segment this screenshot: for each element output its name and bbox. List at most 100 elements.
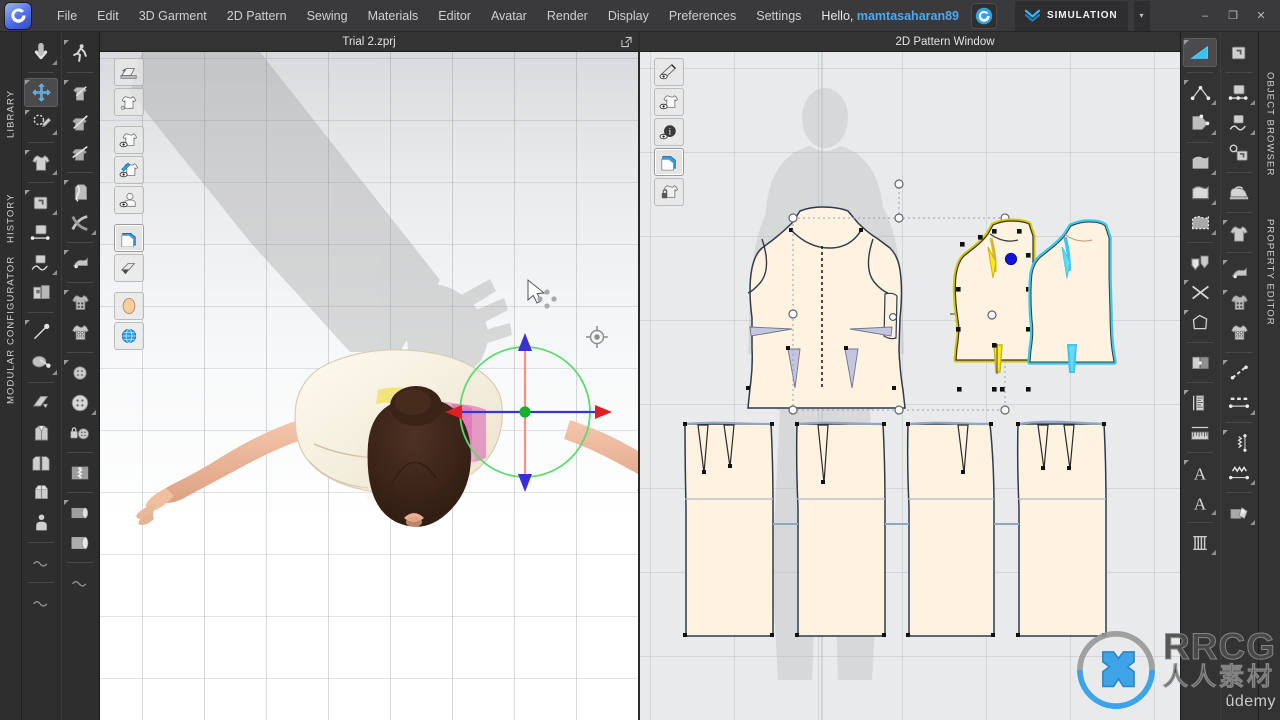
zipper-icon[interactable]: [63, 458, 97, 487]
popout-icon[interactable]: [621, 36, 632, 47]
print-layout-icon[interactable]: [1222, 498, 1256, 527]
pattern-fold-icon[interactable]: [1222, 38, 1256, 67]
select-garment-icon[interactable]: [24, 148, 58, 177]
topstitch-icon[interactable]: [1222, 358, 1256, 387]
simulation-dropdown-caret[interactable]: ▾: [1133, 0, 1150, 31]
stitch-dash-icon[interactable]: [1222, 388, 1256, 417]
show-info-icon[interactable]: i: [654, 118, 684, 146]
wave-tool-icon[interactable]: [24, 548, 58, 577]
button-detail-icon[interactable]: [1222, 288, 1256, 317]
polygon-select-icon[interactable]: [1183, 38, 1218, 67]
pattern-piece-bodice-back-left[interactable]: [952, 218, 1041, 392]
restore-button[interactable]: ❐: [1220, 6, 1246, 26]
tape-measure-icon[interactable]: [24, 318, 58, 347]
show-stitch-icon[interactable]: [114, 156, 144, 184]
wave-tool-icon[interactable]: [63, 568, 97, 597]
zigzag-stitch-icon[interactable]: [1222, 458, 1256, 487]
sew-free-icon[interactable]: [63, 178, 97, 207]
viewport-2d[interactable]: i: [640, 52, 1250, 720]
menu-item-3d-garment[interactable]: 3D Garment: [129, 4, 217, 28]
box-open-icon[interactable]: [24, 478, 58, 507]
fold-panel-icon[interactable]: [1183, 348, 1217, 377]
cut-scissors-icon[interactable]: [1183, 278, 1217, 307]
show-garment-icon[interactable]: [114, 126, 144, 154]
ruler-grade-icon[interactable]: [1183, 388, 1217, 417]
avatar-pose-icon[interactable]: [24, 508, 58, 537]
avatar-head-icon[interactable]: [114, 292, 144, 320]
sew-segment-icon[interactable]: [63, 208, 97, 237]
garment-thumbnail-icon[interactable]: [114, 88, 144, 116]
panel-pair-icon[interactable]: [24, 448, 58, 477]
pattern-marquee-icon[interactable]: [1183, 208, 1217, 237]
text-tool-icon[interactable]: A: [1183, 458, 1217, 487]
show-avatar-icon[interactable]: [114, 186, 144, 214]
menu-item-sewing[interactable]: Sewing: [297, 4, 358, 28]
pattern-piece-bodice-back-right[interactable]: [1027, 219, 1117, 373]
pattern-piece-skirt-1[interactable]: [683, 421, 774, 637]
menu-item-2d-pattern[interactable]: 2D Pattern: [217, 4, 297, 28]
pattern-piece-skirt-2[interactable]: [795, 421, 886, 637]
pin-garment-icon[interactable]: [63, 78, 97, 107]
show-pattern-icon[interactable]: [114, 224, 144, 252]
tshirt-pattern-icon[interactable]: [1222, 218, 1256, 247]
curve-pin-icon[interactable]: [24, 248, 58, 277]
zigzag-line-icon[interactable]: [1222, 428, 1256, 457]
simulation-button[interactable]: SIMULATION: [1015, 0, 1128, 31]
greeting-username[interactable]: mamtasaharan89: [857, 9, 959, 23]
sidebar-item-library[interactable]: LIBRARY: [0, 68, 22, 160]
text-style-icon[interactable]: A: [1183, 488, 1217, 517]
menu-item-file[interactable]: File: [47, 4, 87, 28]
button-place-icon[interactable]: [63, 358, 97, 387]
roll-fabric-icon[interactable]: [63, 498, 97, 527]
pattern-piece-skirt-4[interactable]: [1016, 420, 1107, 637]
show-texture-icon[interactable]: [654, 148, 684, 176]
transform-move-icon[interactable]: [24, 78, 59, 107]
sidebar-item-object-browser[interactable]: OBJECT BROWSER: [1259, 54, 1280, 194]
button-detail-icon[interactable]: [63, 388, 97, 417]
menu-item-avatar[interactable]: Avatar: [481, 4, 537, 28]
zipper-garment-icon[interactable]: [24, 418, 58, 447]
simulate-arrow-icon[interactable]: [24, 38, 58, 67]
viewport-3d[interactable]: [100, 52, 638, 720]
button-add-icon[interactable]: [63, 288, 97, 317]
menu-item-settings[interactable]: Settings: [746, 4, 811, 28]
walk-animation-icon[interactable]: [63, 38, 97, 67]
sidebar-item-property-editor[interactable]: PROPERTY EDITOR: [1259, 202, 1280, 342]
minimize-button[interactable]: –: [1192, 6, 1218, 26]
fold-arrange-icon[interactable]: [24, 188, 58, 217]
buttonhole-icon[interactable]: [63, 318, 97, 347]
search-pattern-icon[interactable]: [1222, 138, 1256, 167]
menu-item-materials[interactable]: Materials: [358, 4, 429, 28]
fabric-layer-icon[interactable]: [24, 278, 58, 307]
tack-garment-icon[interactable]: [63, 108, 97, 137]
edit-curve-icon[interactable]: [1183, 108, 1217, 137]
menu-item-display[interactable]: Display: [598, 4, 659, 28]
menu-item-preferences[interactable]: Preferences: [659, 4, 746, 28]
flatten-icon[interactable]: [24, 388, 58, 417]
pattern-piece-skirt-3[interactable]: [906, 421, 995, 637]
curve-segment-icon[interactable]: [1222, 108, 1256, 137]
show-pattern-icon[interactable]: [654, 88, 684, 116]
fabric-bolt-icon[interactable]: [63, 528, 97, 557]
clo-logo-icon[interactable]: [5, 2, 31, 29]
lock-pattern-icon[interactable]: [654, 178, 684, 206]
globe-environment-icon[interactable]: [114, 322, 144, 350]
iron-press-icon[interactable]: [1222, 178, 1256, 207]
pattern-shape-icon[interactable]: [1183, 148, 1217, 177]
clo-account-icon[interactable]: [971, 2, 998, 29]
trace-shape-icon[interactable]: [1183, 248, 1217, 277]
segment-points-icon[interactable]: [1222, 78, 1256, 107]
circumference-measure-icon[interactable]: [24, 348, 58, 377]
fold-arrangement-icon[interactable]: [63, 248, 97, 277]
menu-item-render[interactable]: Render: [537, 4, 598, 28]
render-box-icon[interactable]: [114, 58, 144, 86]
polygon-draw-icon[interactable]: [1183, 308, 1217, 337]
buttonhole-panel-icon[interactable]: [1222, 318, 1256, 347]
pattern-outline-icon[interactable]: [1183, 178, 1217, 207]
menu-item-editor[interactable]: Editor: [428, 4, 481, 28]
shade-mode-icon[interactable]: [114, 254, 144, 282]
lock-button-icon[interactable]: [63, 418, 97, 447]
menu-item-edit[interactable]: Edit: [87, 4, 129, 28]
button-place-icon[interactable]: [1222, 258, 1256, 287]
close-button[interactable]: ✕: [1248, 6, 1274, 26]
